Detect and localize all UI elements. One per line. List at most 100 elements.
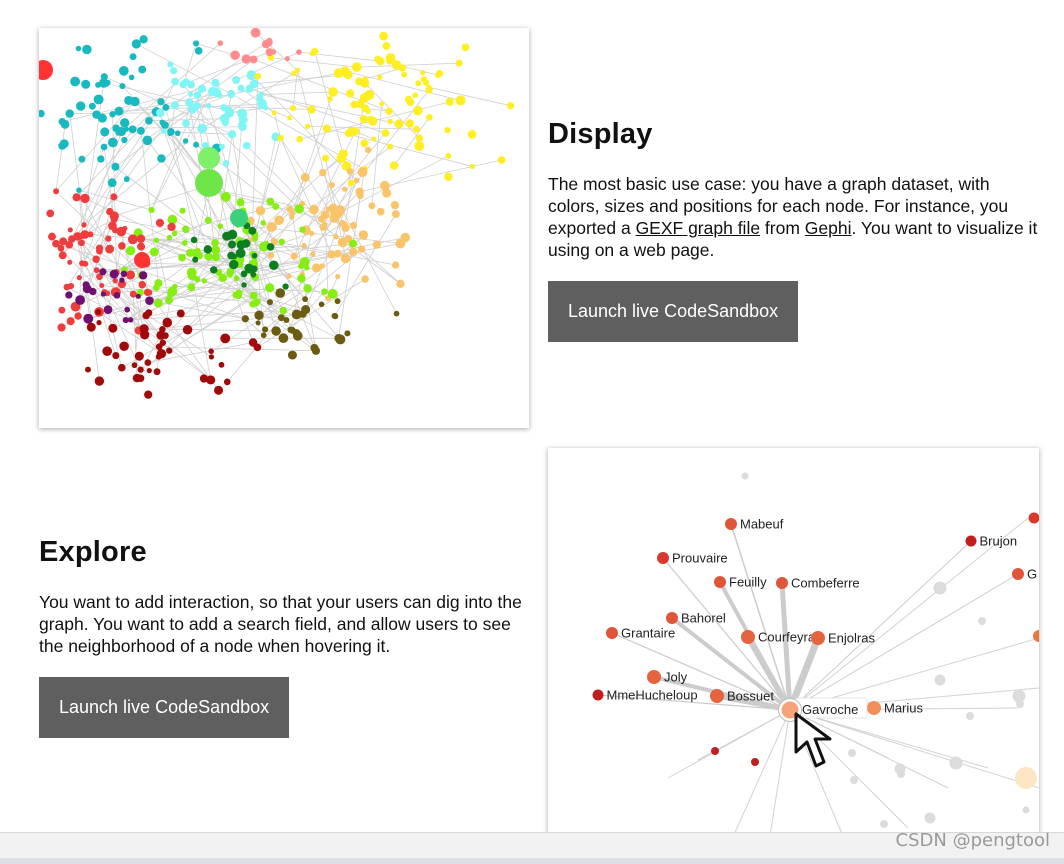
graph-node — [180, 208, 186, 214]
graph-node — [349, 248, 358, 257]
faded-node — [880, 820, 888, 828]
graph-node — [219, 144, 225, 150]
graph-node — [229, 260, 238, 269]
neighbor-node — [714, 576, 726, 588]
graph-node — [52, 240, 60, 248]
graph-node — [322, 155, 329, 162]
faded-node — [934, 582, 947, 595]
graph-node — [394, 311, 400, 317]
graph-node — [347, 168, 354, 175]
graph-node — [470, 164, 475, 169]
neighbor-node-label: Marius — [884, 701, 924, 716]
explore-section: Explore You want to add interaction, so … — [39, 536, 529, 738]
graph-node — [392, 210, 400, 218]
graph-node — [228, 92, 234, 98]
graph-node — [238, 122, 246, 130]
gephi-link[interactable]: Gephi — [805, 218, 852, 238]
graph-node — [251, 28, 261, 38]
graph-node — [178, 254, 186, 262]
display-launch-button[interactable]: Launch live CodeSandbox — [548, 281, 798, 342]
graph-node — [283, 317, 289, 323]
graph-node — [114, 292, 121, 299]
graph-node — [119, 277, 124, 282]
faded-node — [742, 473, 749, 480]
graph-node — [78, 156, 85, 163]
graph-node — [161, 129, 166, 134]
graph-node — [67, 317, 75, 325]
graph-node — [274, 215, 284, 225]
graph-node — [59, 251, 67, 259]
graph-node — [128, 234, 138, 244]
graph-node — [162, 332, 169, 339]
graph-node — [143, 136, 153, 146]
graph-node — [305, 124, 310, 129]
graph-node — [296, 136, 303, 143]
graph-node — [132, 39, 141, 48]
graph-node — [89, 103, 96, 110]
graph-node — [348, 180, 355, 187]
graph-node — [61, 120, 70, 129]
graph-node — [168, 287, 177, 296]
graph-node — [301, 243, 307, 249]
faded-node — [1023, 807, 1030, 814]
graph-node — [344, 330, 350, 336]
graph-node — [383, 42, 391, 50]
graph-node — [58, 142, 66, 150]
neighbor-node — [1012, 568, 1024, 580]
graph-node — [126, 246, 135, 255]
graph-node — [183, 325, 193, 335]
faded-node — [1016, 700, 1024, 708]
explore-launch-button[interactable]: Launch live CodeSandbox — [39, 677, 289, 738]
neighbor-node — [966, 536, 977, 547]
graph-node — [236, 248, 246, 258]
graph-node — [379, 101, 384, 106]
graph-node — [272, 110, 277, 115]
gexf-link[interactable]: GEXF graph file — [636, 218, 761, 238]
graph-node — [120, 118, 129, 127]
graph-node — [250, 292, 258, 300]
graph-node — [154, 299, 163, 308]
graph-node — [205, 217, 212, 224]
hovered-node: Gavroche — [779, 698, 868, 722]
graph-node — [129, 125, 137, 133]
faded-node — [1015, 767, 1037, 789]
graph-node — [391, 201, 399, 209]
graph-node — [95, 82, 101, 88]
graph-node — [211, 79, 219, 87]
watermark: CSDN @pengtool — [896, 830, 1050, 851]
neighbor-node — [710, 689, 724, 703]
graph-node — [156, 219, 164, 227]
graph-node — [129, 75, 135, 81]
graph-node — [182, 226, 190, 234]
graph-node — [254, 311, 263, 320]
graph-node — [341, 222, 348, 229]
graph-node — [145, 296, 154, 305]
graph-node — [121, 137, 127, 143]
graph-node — [456, 95, 466, 105]
graph-node — [406, 119, 414, 127]
graph-node — [202, 278, 207, 283]
graph-node — [267, 222, 277, 232]
graph-node — [413, 126, 420, 133]
graph-node — [335, 298, 341, 304]
graph-node — [265, 283, 274, 292]
neighbor-node — [606, 627, 618, 639]
graph-node — [319, 169, 326, 176]
graph-node — [130, 53, 137, 60]
display-section: Display The most basic use case: you hav… — [548, 118, 1038, 342]
explore-graph-image: MabeufProuvaireFeuillyCombeferreBahorelG… — [548, 448, 1039, 848]
graph-node — [123, 317, 129, 323]
graph-node — [302, 296, 308, 302]
graph-node — [187, 283, 195, 291]
graph-node — [228, 240, 236, 248]
graph-node — [319, 263, 325, 269]
graph-node — [124, 307, 130, 313]
graph-node — [139, 35, 147, 43]
graph-node — [332, 313, 338, 319]
neighbor-node — [647, 670, 661, 684]
graph-node — [118, 242, 126, 250]
graph-node — [130, 291, 137, 298]
graph-node — [387, 144, 393, 150]
graph-node — [405, 96, 412, 103]
graph-node — [217, 93, 222, 98]
